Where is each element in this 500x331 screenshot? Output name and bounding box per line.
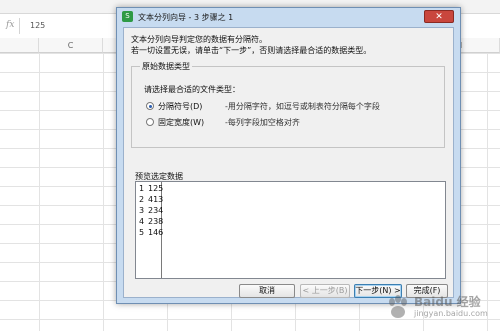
preview-row-number: 2 <box>139 195 145 204</box>
text-to-columns-dialog: S 文本分列向导 - 3 步骤之 1 ✕ 文本分列向导判定您的数据有分隔符。 若… <box>116 7 461 304</box>
baidu-watermark: Baidu 经验 jingyan.baidu.com <box>384 287 498 327</box>
radio-delimited-description: -用分隔字符，如逗号或制表符分隔每个字段 <box>225 102 380 111</box>
data-preview[interactable]: 1 125 2 413 3 234 4 238 5 146 <box>135 181 446 279</box>
watermark-text: Baidu 经验 <box>414 295 481 309</box>
formula-input[interactable]: 125 <box>30 21 45 30</box>
preview-row-value: 146 <box>148 228 164 237</box>
dialog-title: 文本分列向导 - 3 步骤之 1 <box>138 13 234 22</box>
spreadsheet-app-icon: S <box>122 11 133 22</box>
group-title: 原始数据类型 <box>140 61 192 72</box>
preview-row-number: 1 <box>139 184 145 193</box>
preview-row-number: 4 <box>139 217 145 226</box>
corner-header[interactable] <box>0 38 39 53</box>
choose-type-label: 请选择最合适的文件类型： <box>144 85 240 94</box>
dialog-body: 文本分列向导判定您的数据有分隔符。 若一切设置无误，请单击“下一步”，否则请选择… <box>123 27 454 298</box>
baidu-paw-icon <box>389 295 407 318</box>
close-button[interactable]: ✕ <box>424 10 454 23</box>
radio-delimited-label[interactable]: 分隔符号(D) <box>158 101 202 112</box>
preview-row-value: 238 <box>148 217 164 226</box>
radio-fixed-width-label[interactable]: 固定宽度(W) <box>158 117 204 128</box>
preview-row-number: 3 <box>139 206 145 215</box>
preview-row-value: 125 <box>148 184 164 193</box>
watermark-url: jingyan.baidu.com <box>414 309 488 318</box>
cancel-button[interactable]: 取消 <box>239 284 295 298</box>
preview-row-value: 234 <box>148 206 164 215</box>
preview-row-value: 413 <box>148 195 164 204</box>
description-line-2: 若一切设置无误，请单击“下一步”，否则请选择最合适的数据类型。 <box>131 46 372 55</box>
column-header-c[interactable]: C <box>39 38 103 53</box>
dialog-titlebar[interactable]: S 文本分列向导 - 3 步骤之 1 ✕ <box>117 8 460 26</box>
original-data-type-group: 原始数据类型 请选择最合适的文件类型： 分隔符号(D) -用分隔字符，如逗号或制… <box>131 61 445 148</box>
radio-fixed-width-circle[interactable] <box>146 118 154 126</box>
radio-fixed-width-description: -每列字段加空格对齐 <box>225 118 300 127</box>
radio-delimited-circle[interactable] <box>146 102 154 110</box>
fx-icon: fx <box>6 20 15 30</box>
formula-separator <box>19 18 20 34</box>
preview-row-number: 5 <box>139 228 145 237</box>
description-line-1: 文本分列向导判定您的数据有分隔符。 <box>131 35 267 44</box>
back-button[interactable]: < 上一步(B) <box>300 284 350 298</box>
